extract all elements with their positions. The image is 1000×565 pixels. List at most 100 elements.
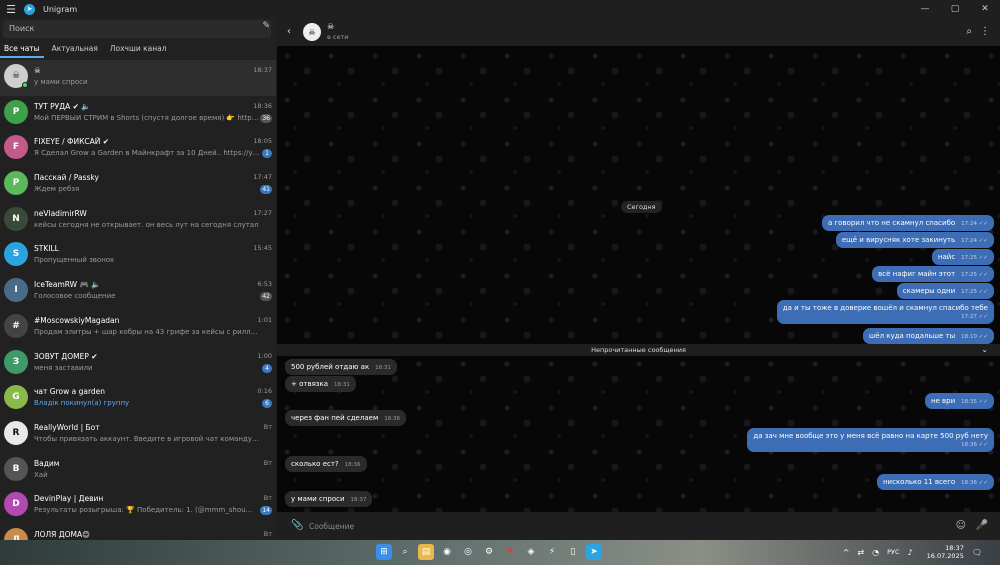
close-button[interactable]: ✕ xyxy=(970,0,1000,18)
outgoing-message[interactable]: нисколько 11 всего 18:36 ✓✓ xyxy=(876,474,994,490)
message-time: 17:25 ✓✓ xyxy=(961,272,988,278)
avatar: В xyxy=(4,456,28,481)
incoming-message[interactable]: у мами спроси 18:37 xyxy=(285,491,373,507)
avatar: N xyxy=(4,206,28,231)
chat-last-message: Чтобы привязать аккаунт. Введите в игров… xyxy=(34,434,260,443)
app-icon[interactable]: ◈ xyxy=(523,544,539,560)
unigram-window: ☰ ➤ Unigram — ▢ ✕ Поиск ✎ Все чаты Актуа… xyxy=(0,0,1000,540)
chat-time: 17:27 xyxy=(253,208,272,217)
chat-list-pane: Поиск ✎ Все чаты Актуальная Лохчши канал… xyxy=(0,18,276,540)
chat-time: 0:16 xyxy=(257,387,272,396)
sticker-icon[interactable]: ☺ xyxy=(956,520,966,531)
chat-name: ЛОЛЯ ДОМА😊 xyxy=(34,529,90,539)
settings-icon[interactable]: ⚙ xyxy=(481,544,497,560)
chrome-icon[interactable]: ◉ xyxy=(439,544,455,560)
message-text: всё нафиг майн этот xyxy=(878,270,956,278)
chat-list-item[interactable]: I IceTeamRW 🎮 🔈 Голосовое сообщение 6:53… xyxy=(0,274,276,310)
chat-list-item[interactable]: N neVladimirRW кейсы сегодня не открывае… xyxy=(0,203,276,239)
tab-actual[interactable]: Актуальная xyxy=(48,42,102,58)
message-time: 18:37 xyxy=(350,497,367,503)
network-icon[interactable]: ◔ xyxy=(872,548,879,557)
steam-icon[interactable]: ◎ xyxy=(460,544,476,560)
chat-name: ReallyWorld | Бот xyxy=(34,422,100,432)
chat-list-item[interactable]: G чат Grow a garden Владік покинул(а) гр… xyxy=(0,381,276,417)
chevron-up-icon[interactable]: ^ xyxy=(843,548,850,557)
chat-list-item[interactable]: В Вадим Хай Вт xyxy=(0,453,276,489)
more-icon[interactable]: ⋮ xyxy=(980,26,990,37)
compose-icon[interactable]: ✎ xyxy=(262,21,270,31)
outgoing-message[interactable]: шёл куда подальше ты 18:10 ✓✓ xyxy=(862,328,994,344)
chat-list-item[interactable]: D DevinPlay | Девин Результаты розыгрыша… xyxy=(0,488,276,524)
outgoing-message[interactable]: всё нафиг майн этот 17:25 ✓✓ xyxy=(872,266,994,282)
chat-time: 1:00 xyxy=(257,351,272,360)
chat-name: ЗОВУТ ДОМЕР ✔ xyxy=(34,351,98,361)
search-icon[interactable]: ⌕ xyxy=(397,544,413,560)
chat-list-item[interactable]: ☠ ☠ у мами спроси 18:37 xyxy=(0,60,276,96)
chevron-down-icon[interactable]: ⌄ xyxy=(981,344,988,356)
unread-badge: 36 xyxy=(260,113,272,123)
outgoing-message[interactable]: найс 17:25 ✓✓ xyxy=(931,249,994,265)
avatar: Л xyxy=(4,527,28,540)
message-time: 18:10 ✓✓ xyxy=(961,334,988,340)
message-composer: 📎 ☺ 🎤 xyxy=(277,512,1000,540)
chat-list-item[interactable]: R ReallyWorld | Бот Чтобы привязать акка… xyxy=(0,417,276,453)
tray-icon[interactable]: ⇄ xyxy=(857,548,864,557)
outgoing-message[interactable]: да зач мне вообще это у меня всё равно н… xyxy=(747,428,994,452)
chat-list-item[interactable]: P Пасскай / Passky Ждем ребзя 17:47 41 xyxy=(0,167,276,203)
tab-all-chats[interactable]: Все чаты xyxy=(0,42,44,58)
outgoing-message[interactable]: да и ты тоже в доверие вошёл и скамнул с… xyxy=(776,300,994,324)
title-bar: ☰ ➤ Unigram — ▢ ✕ xyxy=(0,0,1000,18)
language-indicator[interactable]: РУС xyxy=(887,548,899,556)
launcher-icon[interactable]: ⚡ xyxy=(544,544,560,560)
chat-time: Вт xyxy=(263,494,272,503)
outgoing-message[interactable]: не ври 18:35 ✓✓ xyxy=(924,393,994,409)
chat-list-item[interactable]: З ЗОВУТ ДОМЕР ✔ меня заставили 1:00 4 xyxy=(0,346,276,382)
chat-list-item[interactable]: Р ТУТ РУДА ✔ 🔈 Мой ПЕРВЫЙ СТРИМ в Shorts… xyxy=(0,96,276,132)
chat-last-message: Голосовое сообщение xyxy=(34,292,116,301)
search-input[interactable]: Поиск xyxy=(3,20,271,38)
chat-list-item[interactable]: F FIXEYE / ФИКСАЙ ✔ Я Сделал Grow a Gard… xyxy=(0,131,276,167)
file-icon[interactable]: ▯ xyxy=(565,544,581,560)
start-icon[interactable]: ⊞ xyxy=(376,544,392,560)
message-text: через фан пей сделаем xyxy=(291,414,379,422)
message-time: 18:31 xyxy=(334,382,350,388)
chat-list-item[interactable]: Л ЛОЛЯ ДОМА😊 Вт xyxy=(0,524,276,540)
message-input[interactable] xyxy=(309,519,909,533)
chat-name: ТУТ РУДА ✔ 🔈 xyxy=(34,101,91,111)
back-arrow-icon[interactable]: ‹ xyxy=(287,26,291,37)
unread-badge: 14 xyxy=(260,506,272,516)
search-icon[interactable]: ⌕ xyxy=(966,26,972,37)
incoming-message[interactable]: + отвязка 18:31 xyxy=(285,376,356,392)
clock[interactable]: 18:37 16.07.2025 xyxy=(927,544,964,560)
chat-name: Пасскай / Passky xyxy=(34,173,99,183)
message-time: 18:36 xyxy=(344,462,361,468)
chat-list-item[interactable]: S STKILL Пропущенный звонок 15:45 xyxy=(0,238,276,274)
avatar: D xyxy=(4,492,28,517)
hamburger-menu-icon[interactable]: ☰ xyxy=(2,0,20,18)
chat-list-item[interactable]: # #MoscowskiyMagadan Продам элитры + шар… xyxy=(0,310,276,346)
incoming-message[interactable]: 500 рублей отдаю ак 18:31 xyxy=(285,359,398,375)
chat-name: FIXEYE / ФИКСАЙ ✔ xyxy=(34,137,110,147)
incoming-message[interactable]: сколько ест? 18:36 xyxy=(285,456,367,472)
minimize-button[interactable]: — xyxy=(910,0,940,18)
online-indicator xyxy=(22,82,28,88)
outgoing-message[interactable]: а говорил что не скамнул спасибо 17:24 ✓✓ xyxy=(821,215,994,231)
microphone-icon[interactable]: 🎤 xyxy=(976,520,988,531)
outgoing-message[interactable]: скамеры одни 17:25 ✓✓ xyxy=(896,283,994,299)
chat-title[interactable]: ☠ xyxy=(327,22,334,31)
file-explorer-icon[interactable]: ▤ xyxy=(418,544,434,560)
attach-icon[interactable]: 📎 xyxy=(291,520,303,531)
avatar: P xyxy=(4,171,28,196)
chat-last-message: Ждем ребзя xyxy=(34,185,80,194)
outgoing-message[interactable]: ещё и вирусняк хоте закинуть 17:24 ✓✓ xyxy=(835,232,994,248)
volume-icon[interactable]: ♪ xyxy=(908,548,913,557)
clock-date: 16.07.2025 xyxy=(926,552,964,560)
notification-icon[interactable]: 🗨 xyxy=(972,548,982,557)
telegram-taskbar-icon[interactable]: ➤ xyxy=(586,544,602,560)
maximize-button[interactable]: ▢ xyxy=(940,0,970,18)
yandex-icon[interactable]: Я xyxy=(502,544,518,560)
incoming-message[interactable]: через фан пей сделаем 18:36 xyxy=(285,410,407,426)
avatar[interactable]: ☠ xyxy=(303,23,321,41)
unread-badge: 4 xyxy=(262,363,272,373)
tab-channel[interactable]: Лохчши канал xyxy=(106,42,171,58)
